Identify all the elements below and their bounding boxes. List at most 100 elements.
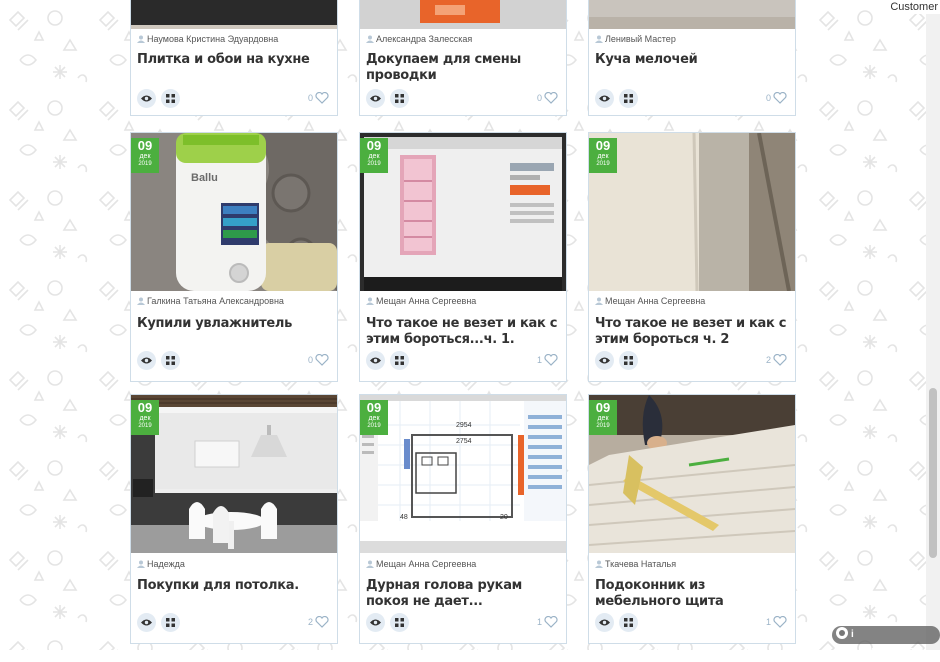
- post-card[interactable]: Александра Залесская Докупаем для смены …: [359, 0, 567, 116]
- grid-icon: [395, 94, 404, 103]
- collection-button[interactable]: [390, 89, 409, 108]
- view-button[interactable]: [137, 613, 156, 632]
- post-title[interactable]: Докупаем для смены проводки: [366, 52, 566, 84]
- grid-icon: [166, 356, 175, 365]
- post-photo[interactable]: [360, 0, 566, 29]
- view-button[interactable]: [366, 613, 385, 632]
- like-button[interactable]: 0: [308, 354, 329, 366]
- collection-button[interactable]: [161, 89, 180, 108]
- like-button[interactable]: 2: [766, 354, 787, 366]
- date-badge: 09 дек 2019: [360, 400, 388, 435]
- post-card[interactable]: 2954 2754 48 20 09 дек 2019 Мещан Анна С…: [359, 394, 567, 644]
- heart-icon: [315, 92, 329, 104]
- view-button[interactable]: [366, 351, 385, 370]
- heart-icon: [315, 354, 329, 366]
- date-badge: 09 дек 2019: [589, 138, 617, 173]
- heart-icon: [544, 92, 558, 104]
- date-badge: 09 дек 2019: [360, 138, 388, 173]
- plan-dimension: 48: [400, 514, 408, 521]
- like-button[interactable]: 0: [537, 92, 558, 104]
- scrollbar-thumb[interactable]: [929, 388, 937, 558]
- user-icon: [595, 297, 603, 305]
- eye-icon: [599, 357, 610, 364]
- collection-button[interactable]: [619, 351, 638, 370]
- date-badge: 09 дек 2019: [131, 138, 159, 173]
- post-card[interactable]: Наумова Кристина Эдуардовна Плитка и обо…: [130, 0, 338, 116]
- collection-button[interactable]: [619, 613, 638, 632]
- view-button[interactable]: [137, 351, 156, 370]
- plan-dimension: 2954: [456, 422, 472, 429]
- customer-tab[interactable]: Customer: [884, 0, 940, 14]
- post-photo[interactable]: [131, 0, 337, 29]
- grid-icon: [395, 356, 404, 365]
- like-button[interactable]: 0: [308, 92, 329, 104]
- post-photo[interactable]: [589, 395, 795, 553]
- author-name[interactable]: Наумова Кристина Эдуардовна: [137, 34, 278, 44]
- collection-button[interactable]: [390, 351, 409, 370]
- post-title[interactable]: Плитка и обои на кухне: [137, 52, 337, 68]
- grid-icon: [624, 94, 633, 103]
- like-button[interactable]: 1: [766, 616, 787, 628]
- collection-button[interactable]: [161, 351, 180, 370]
- grid-icon: [395, 618, 404, 627]
- grid-icon: [624, 356, 633, 365]
- author-name[interactable]: Ленивый Мастер: [595, 34, 676, 44]
- collection-button[interactable]: [390, 613, 409, 632]
- grid-icon: [166, 94, 175, 103]
- brand-label: Ballu: [191, 172, 218, 184]
- like-button[interactable]: 0: [766, 92, 787, 104]
- post-title[interactable]: Дурная голова рукам покоя не дает...: [366, 578, 566, 610]
- post-card[interactable]: 09 дек 2019 Надежда Покупки для потолка.…: [130, 394, 338, 644]
- author-name[interactable]: Александра Залесская: [366, 34, 472, 44]
- view-button[interactable]: [595, 89, 614, 108]
- post-photo[interactable]: [131, 395, 337, 553]
- like-button[interactable]: 1: [537, 616, 558, 628]
- post-card[interactable]: 09 дек 2019 Мещан Анна Сергеевна Что так…: [588, 132, 796, 382]
- post-photo[interactable]: Ballu: [131, 133, 337, 291]
- grid-icon: [624, 618, 633, 627]
- eye-icon: [370, 357, 381, 364]
- post-photo[interactable]: [589, 0, 795, 29]
- post-photo[interactable]: [589, 133, 795, 291]
- scrollbar[interactable]: [926, 14, 940, 650]
- eye-icon: [370, 619, 381, 626]
- post-card[interactable]: 09 дек 2019 Мещан Анна Сергеевна Что так…: [359, 132, 567, 382]
- collection-button[interactable]: [619, 89, 638, 108]
- user-icon: [137, 35, 145, 43]
- eye-icon: [599, 619, 610, 626]
- post-card[interactable]: Ленивый Мастер Куча мелочей 0: [588, 0, 796, 116]
- post-card[interactable]: 09 дек 2019 Ткачева Наталья Подоконник и…: [588, 394, 796, 644]
- view-button[interactable]: [595, 613, 614, 632]
- eye-icon: [599, 95, 610, 102]
- author-name[interactable]: Мещан Анна Сергеевна: [595, 296, 705, 306]
- date-badge: 09 дек 2019: [131, 400, 159, 435]
- heart-icon: [773, 92, 787, 104]
- heart-icon: [773, 616, 787, 628]
- post-title[interactable]: Купили увлажнитель: [137, 316, 337, 332]
- user-icon: [137, 297, 145, 305]
- author-name[interactable]: Надежда: [137, 559, 185, 569]
- heart-icon: [544, 616, 558, 628]
- user-icon: [595, 560, 603, 568]
- view-button[interactable]: [366, 89, 385, 108]
- collection-button[interactable]: [161, 613, 180, 632]
- post-card[interactable]: Ballu 09 дек 2019 Галкина Татьяна Алекса…: [130, 132, 338, 382]
- eye-icon: [141, 619, 152, 626]
- post-title[interactable]: Куча мелочей: [595, 52, 795, 68]
- view-button[interactable]: [137, 89, 156, 108]
- post-photo[interactable]: [360, 133, 566, 291]
- author-name[interactable]: Мещан Анна Сергеевна: [366, 296, 476, 306]
- author-name[interactable]: Галкина Татьяна Александровна: [137, 296, 284, 306]
- like-button[interactable]: 1: [537, 354, 558, 366]
- post-title[interactable]: Подоконник из мебельного щита: [595, 578, 795, 610]
- view-button[interactable]: [595, 351, 614, 370]
- user-icon: [137, 560, 145, 568]
- post-title[interactable]: Что такое не везет и как с этим бороться…: [595, 316, 795, 348]
- author-name[interactable]: Ткачева Наталья: [595, 559, 676, 569]
- user-icon: [366, 35, 374, 43]
- author-name[interactable]: Мещан Анна Сергеевна: [366, 559, 476, 569]
- post-photo[interactable]: 2954 2754 48 20: [360, 395, 566, 553]
- like-button[interactable]: 2: [308, 616, 329, 628]
- post-title[interactable]: Покупки для потолка.: [137, 578, 337, 594]
- post-title[interactable]: Что такое не везет и как с этим бороться…: [366, 316, 566, 348]
